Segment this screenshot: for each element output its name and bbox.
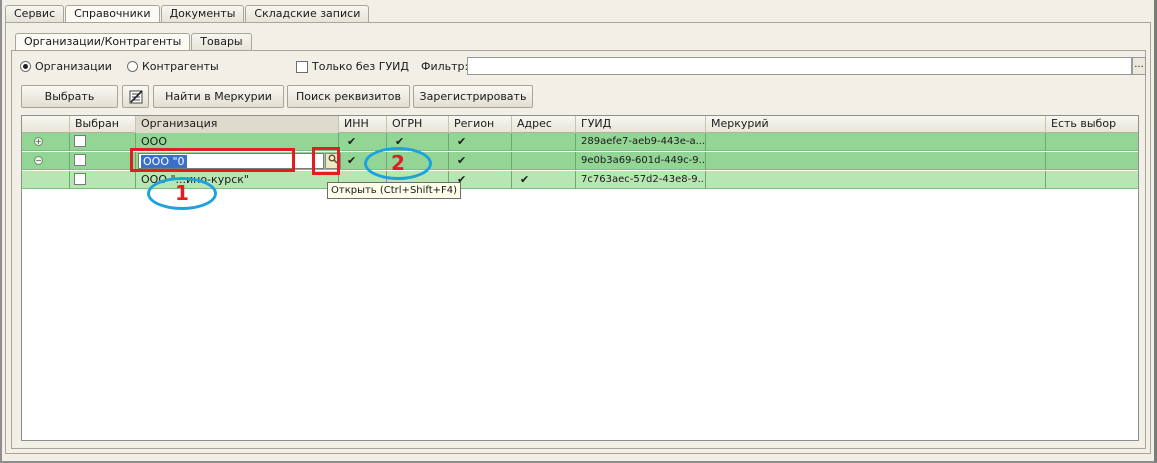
radio-contractors-label: Контрагенты (142, 60, 219, 73)
annotation-label-2: 2 (364, 147, 432, 180)
radio-organizations-label: Организации (35, 60, 112, 73)
edit-list-icon (129, 90, 143, 104)
annotation-box-1 (130, 148, 295, 172)
select-button[interactable]: Выбрать (21, 85, 118, 108)
cell-guid: 9e0b3a69-601d-449c-9... (576, 152, 706, 170)
cell-region: ✔ (449, 133, 512, 151)
tab-documents[interactable]: Документы (160, 5, 245, 23)
cell-has-choice (1046, 133, 1140, 151)
radio-organizations[interactable] (20, 61, 31, 72)
header-expander (22, 116, 70, 133)
row-select-checkbox[interactable] (74, 173, 86, 185)
cell-address: ✔ (512, 171, 576, 189)
cell-expander (22, 171, 70, 189)
only-without-guid-label: Только без ГУИД (312, 60, 409, 73)
edit-list-button[interactable] (122, 85, 149, 108)
cell-expander (22, 152, 70, 170)
cell-address (512, 152, 576, 170)
annotation-label-1: 1 (147, 177, 217, 210)
tab-goods[interactable]: Товары (191, 33, 252, 51)
tab-warehouse-records[interactable]: Складские записи (245, 5, 370, 23)
open-tooltip: Открыть (Ctrl+Shift+F4) (327, 182, 462, 199)
cell-address (512, 133, 576, 151)
top-tabs: Сервис Справочники Документы Складские з… (5, 5, 370, 24)
header-region[interactable]: Регион (449, 116, 512, 133)
find-in-mercury-button[interactable]: Найти в Меркурии (153, 85, 284, 108)
directories-panel: Организации/Контрагенты Товары Организац… (5, 22, 1151, 454)
header-address[interactable]: Адрес (512, 116, 576, 133)
register-button[interactable]: Зарегистрировать (413, 85, 533, 108)
cell-region: ✔ (449, 152, 512, 170)
cell-guid: 7c763aec-57d2-43e8-9... (576, 171, 706, 189)
search-requisites-button[interactable]: Поиск реквизитов (287, 85, 410, 108)
radio-contractors[interactable] (127, 61, 138, 72)
filter-select-button[interactable]: ... (1132, 57, 1146, 75)
cell-expander (22, 133, 70, 151)
cell-has-choice (1046, 152, 1140, 170)
app-window: Сервис Справочники Документы Складские з… (0, 0, 1157, 463)
row-select-checkbox[interactable] (74, 135, 86, 147)
tab-service[interactable]: Сервис (5, 5, 65, 23)
header-ogrn[interactable]: ОГРН (387, 116, 449, 133)
annotation-box-2 (312, 147, 340, 175)
header-inn[interactable]: ИНН (339, 116, 387, 133)
header-mercury[interactable]: Меркурий (706, 116, 1046, 133)
cell-mercury (706, 152, 1046, 170)
header-guid[interactable]: ГУИД (576, 116, 706, 133)
header-has-choice[interactable]: Есть выбор (1046, 116, 1140, 133)
filter-label: Фильтр: (421, 60, 469, 73)
header-organization[interactable]: Организация (136, 116, 339, 133)
cell-mercury (706, 171, 1046, 189)
organizations-panel: Организации Контрагенты Только без ГУИД … (11, 50, 1146, 449)
cell-guid: 289aefe7-aeb9-443e-a... (576, 133, 706, 151)
cell-has-choice (1046, 171, 1140, 189)
table-header: Выбран Организация ИНН ОГРН Регион Адрес… (22, 116, 1138, 133)
row-select-checkbox[interactable] (74, 154, 86, 166)
filter-input[interactable] (467, 57, 1132, 75)
only-without-guid-checkbox[interactable] (296, 61, 308, 73)
cell-mercury (706, 133, 1046, 151)
header-selected[interactable]: Выбран (70, 116, 136, 133)
